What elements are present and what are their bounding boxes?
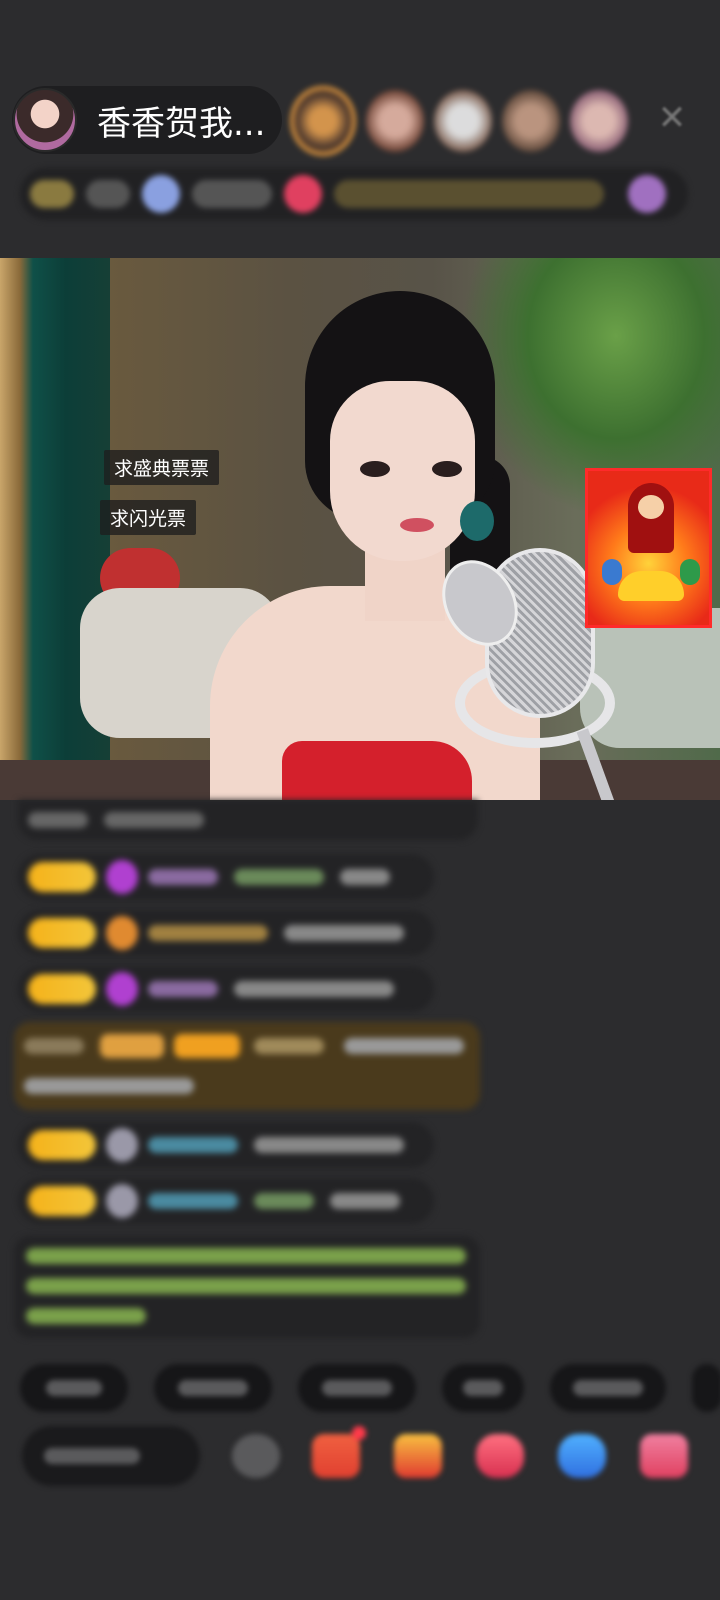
- child-figure: [680, 559, 700, 585]
- level-badge: [28, 918, 96, 948]
- more-gifts-icon[interactable]: [640, 1434, 688, 1478]
- chat-text: [28, 812, 88, 828]
- red-dress: [282, 741, 472, 800]
- heart-gift-icon[interactable]: [476, 1434, 524, 1478]
- quick-reply-chip[interactable]: [550, 1364, 666, 1412]
- chat-text: [284, 925, 404, 941]
- quick-reply-chip[interactable]: [20, 1364, 128, 1412]
- level-badge: [28, 1130, 96, 1160]
- chat-message[interactable]: [18, 966, 434, 1012]
- chat-text: [254, 1137, 404, 1153]
- diamond-icon: [106, 860, 138, 894]
- notification-dot: [352, 1426, 366, 1440]
- chat-text: [234, 981, 394, 997]
- chat-text: [104, 812, 204, 828]
- chat-message[interactable]: [18, 854, 434, 900]
- highlight-message[interactable]: [14, 1022, 480, 1110]
- emoji-icon[interactable]: [232, 1434, 280, 1478]
- avatar: [106, 1128, 138, 1162]
- quick-reply-list: [20, 1364, 720, 1412]
- viewer-avatar-list: [290, 86, 628, 156]
- quick-reply-chip[interactable]: [298, 1364, 416, 1412]
- system-message: [14, 1236, 480, 1338]
- system-text: [26, 1278, 466, 1294]
- rank-badge: [30, 180, 74, 208]
- gift-box-icon[interactable]: [312, 1434, 360, 1478]
- streamer-eye: [360, 461, 390, 477]
- username: [254, 1038, 324, 1054]
- chat-text: [344, 1038, 464, 1054]
- hair-ornament: [460, 501, 494, 541]
- fan-badge-icon: [106, 916, 138, 950]
- event-icon[interactable]: [628, 175, 666, 213]
- chat-text: [24, 1078, 194, 1094]
- level-badge: [174, 1034, 240, 1058]
- level-badge: [28, 1186, 96, 1216]
- red-envelope-icon[interactable]: [394, 1434, 442, 1478]
- vip-badge: [100, 1034, 164, 1058]
- live-video[interactable]: 求盛典票票 求闪光票: [0, 258, 720, 800]
- chat-text: [340, 869, 390, 885]
- fan-avatar[interactable]: [570, 90, 628, 152]
- fan-avatar[interactable]: [434, 90, 492, 152]
- username: [148, 869, 218, 885]
- fan-avatar[interactable]: [366, 90, 424, 152]
- top-fan-avatar[interactable]: [290, 86, 356, 156]
- god-of-wealth-sticker[interactable]: [585, 468, 712, 628]
- quick-reply-chip[interactable]: [442, 1364, 524, 1412]
- level-badge: [28, 974, 96, 1004]
- chat-text: [254, 1193, 314, 1209]
- quick-reply-chip[interactable]: [154, 1364, 272, 1412]
- info-chip: [86, 180, 130, 208]
- chat-input[interactable]: [22, 1426, 200, 1486]
- hot-icon: [142, 175, 180, 213]
- username: [148, 1193, 238, 1209]
- username: [148, 925, 268, 941]
- streamer-eye: [432, 461, 462, 477]
- username: [148, 981, 218, 997]
- host-info-pill[interactable]: 香香贺我...: [12, 86, 282, 154]
- game-controller-icon[interactable]: [558, 1434, 606, 1478]
- fire-icon: [284, 175, 322, 213]
- chat-message[interactable]: [18, 1122, 434, 1168]
- system-text: [26, 1248, 466, 1264]
- streamer-lips: [400, 518, 434, 532]
- system-text: [26, 1308, 146, 1324]
- event-banner[interactable]: [334, 180, 604, 208]
- chat-text: [234, 869, 324, 885]
- chat-message[interactable]: [18, 1178, 434, 1224]
- room-info-bar[interactable]: [20, 168, 688, 220]
- username: [148, 1137, 238, 1153]
- host-avatar[interactable]: [13, 88, 77, 152]
- chat-text: [330, 1193, 400, 1209]
- fan-avatar[interactable]: [502, 90, 560, 152]
- bottom-toolbar: [0, 1420, 720, 1500]
- god-face: [638, 495, 664, 519]
- video-sticker-text: 求盛典票票: [104, 450, 220, 485]
- avatar: [106, 1184, 138, 1218]
- gold-ingot: [618, 571, 684, 601]
- chat-text: [24, 1038, 84, 1054]
- host-name: 香香贺我...: [97, 103, 266, 144]
- child-figure: [602, 559, 622, 585]
- close-icon[interactable]: ✕: [654, 100, 690, 136]
- chat-message[interactable]: [18, 910, 434, 956]
- diamond-icon: [106, 972, 138, 1006]
- video-sticker-text: 求闪光票: [100, 500, 197, 535]
- info-chip: [192, 180, 272, 208]
- chat-message[interactable]: [18, 800, 478, 840]
- quick-reply-chip[interactable]: [692, 1364, 720, 1412]
- level-badge: [28, 862, 96, 892]
